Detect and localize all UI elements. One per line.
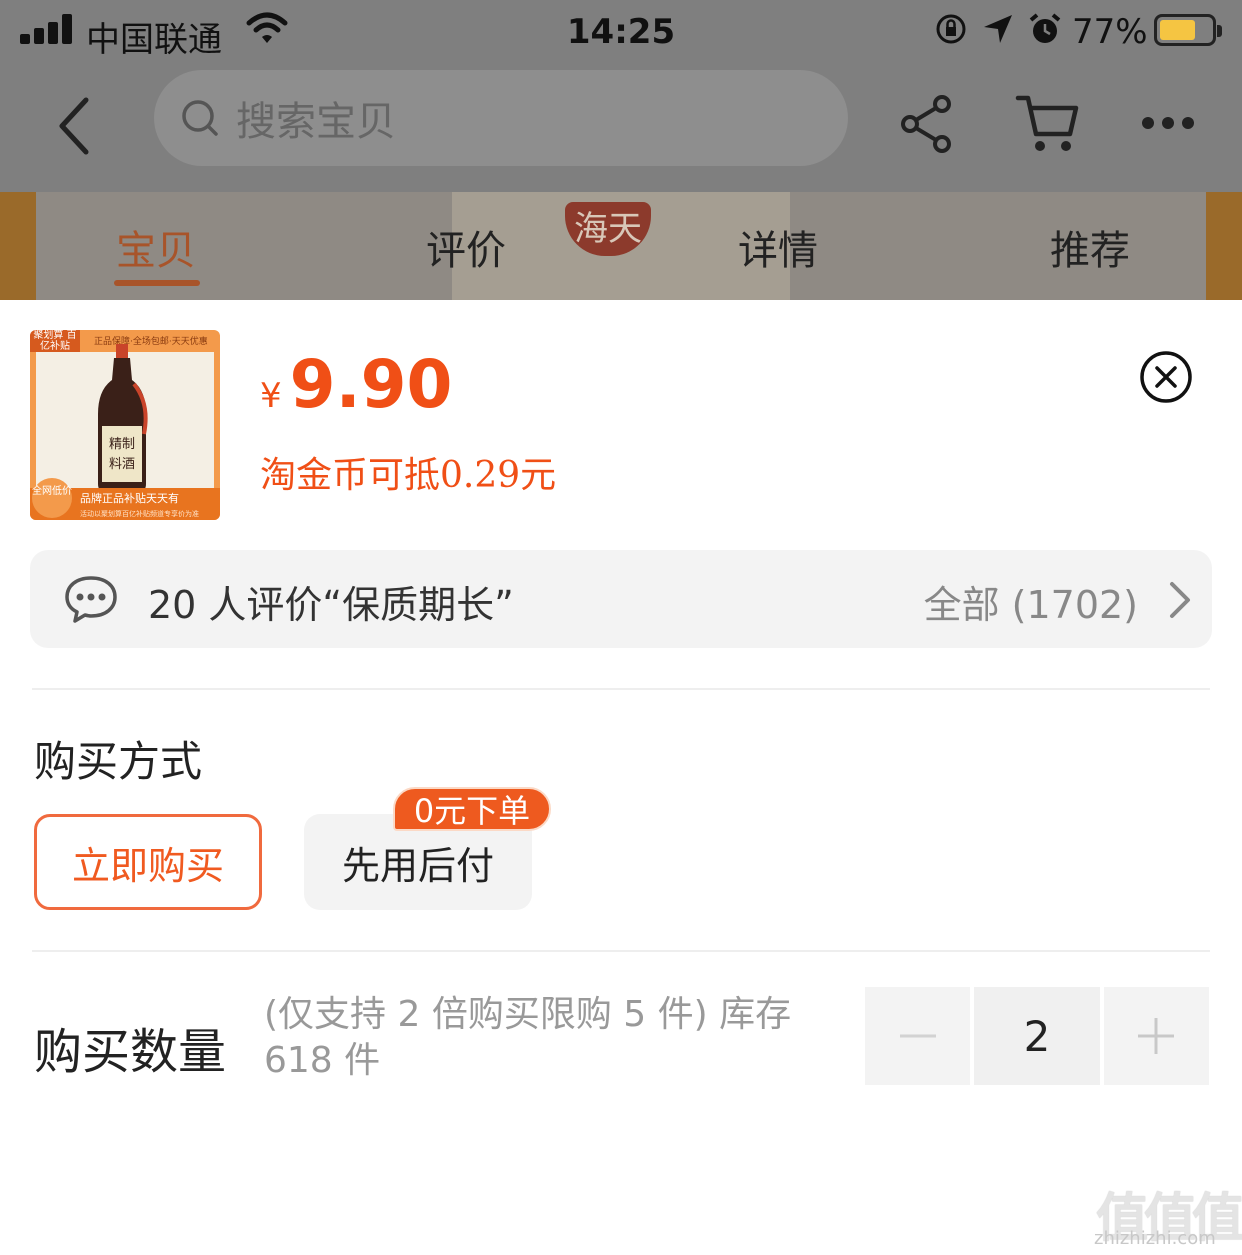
active-tab-indicator	[114, 280, 200, 286]
product-thumbnail[interactable]: 聚划算 百亿补贴 正品保障·全场包邮·天天优惠 精制 料酒 品牌正品补贴天天有 …	[30, 330, 220, 520]
subsidy-badge: 聚划算 百亿补贴	[30, 330, 80, 352]
thumb-bottom-sub: 活动以聚划算百亿补贴频道专享价为准	[80, 510, 199, 518]
buy-now-option[interactable]: 立即购买	[34, 814, 262, 910]
search-placeholder: 搜索宝贝	[236, 99, 396, 145]
quantity-limit-note: (仅支持 2 倍购买限购 5 件) 库存 618 件	[264, 994, 792, 1081]
top-nav: 搜索宝贝	[0, 66, 1242, 186]
alarm-icon	[1029, 13, 1061, 43]
increment-button[interactable]	[1103, 987, 1209, 1085]
zero-yuan-badge: 0元下单	[393, 787, 551, 831]
tab-details[interactable]: 详情	[738, 218, 818, 276]
search-icon	[182, 100, 218, 136]
more-icon[interactable]	[1138, 108, 1198, 138]
close-icon[interactable]	[1139, 350, 1193, 404]
share-icon[interactable]	[896, 92, 956, 156]
rotation-lock-icon	[936, 14, 966, 44]
review-summary-bar[interactable]: 20 人评价“保质期长” 全部 (1702)	[30, 550, 1212, 648]
bottle-label-text: 料酒	[109, 457, 135, 472]
all-reviews-link[interactable]: 全部 (1702)	[924, 574, 1138, 629]
quantity-input[interactable]: 2	[974, 987, 1100, 1085]
thumb-bottom-text: 品牌正品补贴天天有	[80, 492, 179, 505]
review-highlight: 20 人评价“保质期长”	[148, 583, 514, 627]
quantity-stepper: 2	[865, 987, 1209, 1085]
battery-percent: 77%	[1072, 12, 1148, 52]
location-icon	[984, 15, 1012, 43]
watermark-url: zhizhizhi.com	[1094, 1228, 1216, 1249]
coin-discount-note: 淘金币可抵0.29元	[260, 455, 557, 496]
dimmed-background: 海天 中国联通 14:25 77% 搜索宝贝 宝贝 评价 详情 推荐	[0, 0, 1242, 300]
tab-recommend[interactable]: 推荐	[1050, 218, 1130, 276]
chevron-right-icon	[1170, 582, 1190, 618]
purchase-method-title: 购买方式	[34, 737, 203, 786]
divider	[32, 688, 1210, 690]
currency-symbol: ¥	[260, 376, 282, 416]
plus-icon	[1138, 1018, 1175, 1054]
bottle-image: 精制 料酒	[98, 344, 148, 492]
watermark: 值值值 zhizhizhi.com	[1094, 1176, 1242, 1251]
product-tabs: 宝贝 评价 详情 推荐	[0, 210, 1242, 300]
tab-baobei[interactable]: 宝贝	[116, 218, 196, 276]
battery-icon	[1154, 14, 1222, 46]
status-bar: 中国联通 14:25 77%	[0, 0, 1242, 64]
quantity-title: 购买数量	[34, 1024, 227, 1080]
bottle-label-text: 精制	[109, 437, 135, 452]
cart-icon[interactable]	[1014, 90, 1080, 156]
search-input[interactable]: 搜索宝贝	[154, 70, 848, 166]
tab-reviews[interactable]: 评价	[426, 218, 506, 276]
decrement-button[interactable]	[865, 987, 971, 1085]
price: ¥9.90	[260, 346, 452, 423]
sku-selection-sheet: 聚划算 百亿补贴 正品保障·全场包邮·天天优惠 精制 料酒 品牌正品补贴天天有 …	[0, 300, 1242, 1255]
back-icon[interactable]	[48, 90, 104, 162]
chat-bubble-icon	[65, 576, 117, 623]
lowest-price-badge: 全网低价	[32, 478, 72, 518]
divider	[32, 950, 1210, 952]
price-value: 9.90	[289, 346, 453, 423]
minus-icon	[899, 1034, 936, 1038]
